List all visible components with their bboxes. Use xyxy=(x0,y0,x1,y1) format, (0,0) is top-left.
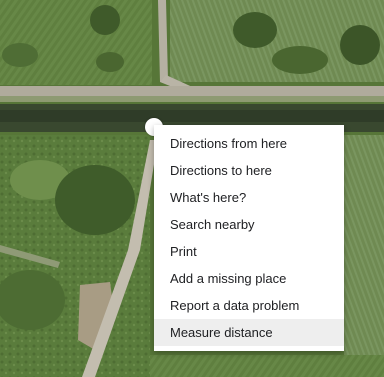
context-menu: Directions from here Directions to here … xyxy=(154,125,344,351)
menu-item-whats-here[interactable]: What's here? xyxy=(154,184,344,211)
menu-item-measure-distance[interactable]: Measure distance xyxy=(154,319,344,346)
menu-item-report-data-problem[interactable]: Report a data problem xyxy=(154,292,344,319)
menu-item-add-missing-place[interactable]: Add a missing place xyxy=(154,265,344,292)
menu-item-search-nearby[interactable]: Search nearby xyxy=(154,211,344,238)
menu-item-print[interactable]: Print xyxy=(154,238,344,265)
menu-item-directions-to-here[interactable]: Directions to here xyxy=(154,157,344,184)
menu-item-directions-from-here[interactable]: Directions from here xyxy=(154,130,344,157)
